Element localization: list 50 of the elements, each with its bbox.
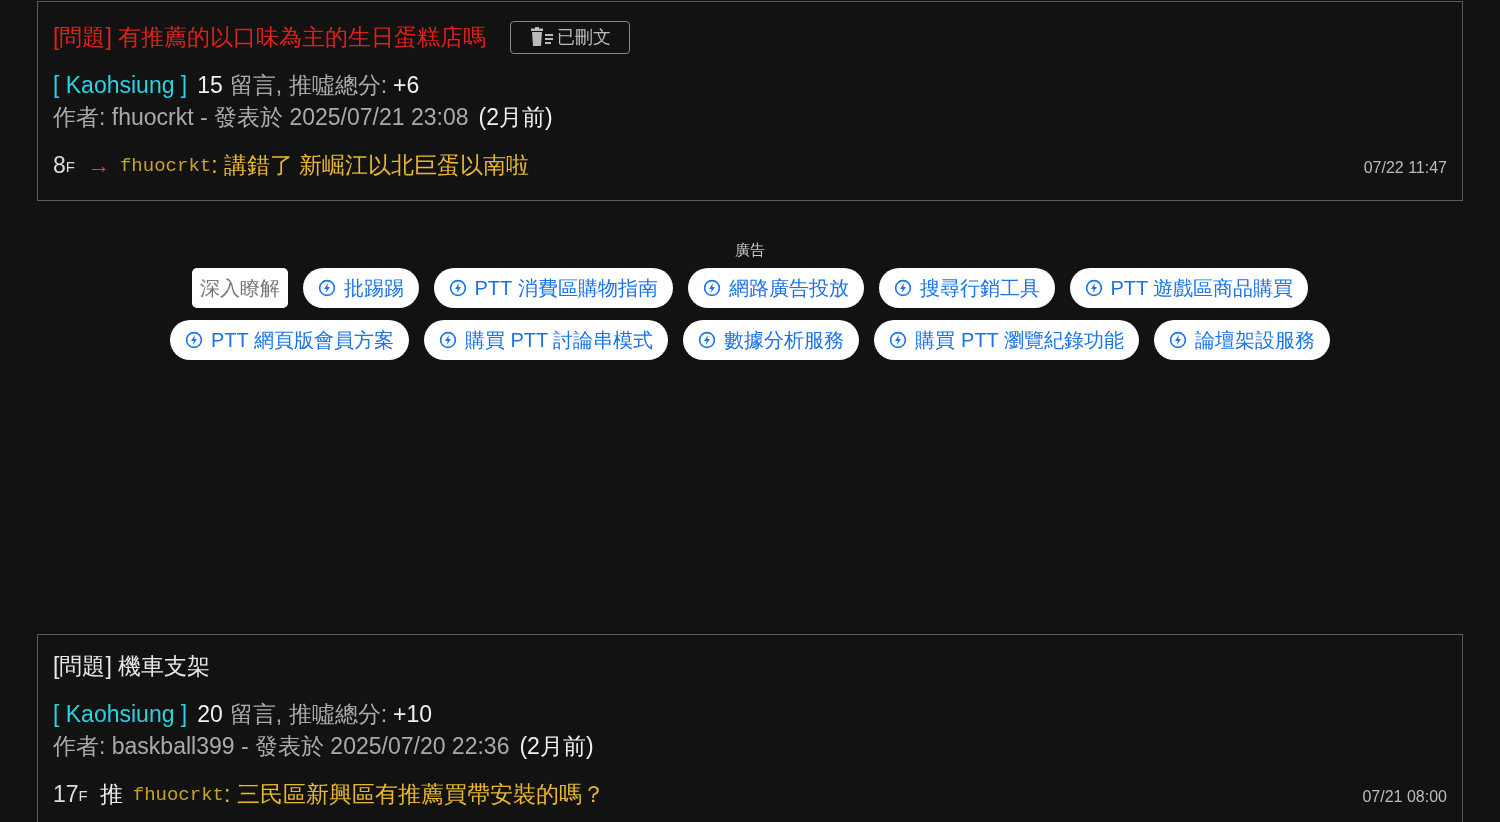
comment-count: 15: [197, 70, 223, 100]
floor-unit: F: [65, 157, 75, 177]
author-line: 作者: baskball399 - 發表於 2025/07/20 22:36: [53, 731, 510, 761]
comment-user[interactable]: fhuocrkt: [119, 149, 212, 183]
comment-user[interactable]: fhuocrkt: [132, 778, 224, 812]
comments-label: 留言, 推噓總分:: [229, 699, 388, 729]
ad-chip[interactable]: 搜尋行銷工具: [878, 267, 1055, 308]
comments-label: 留言, 推噓總分:: [229, 70, 388, 100]
score: +10: [393, 699, 433, 729]
time-ago: (2月前): [519, 731, 594, 761]
lightning-icon: [889, 330, 908, 349]
comment-text: : 講錯了 新崛江以北巨蛋以南啦: [211, 150, 530, 180]
score: +6: [393, 70, 420, 100]
ad-chip[interactable]: 數據分析服務: [683, 319, 860, 360]
board-name[interactable]: [ Kaohsiung ]: [53, 68, 188, 101]
trash-icon: [529, 27, 556, 48]
floor-unit: F: [78, 787, 88, 806]
ad-chip[interactable]: PTT 遊戲區商品購買: [1069, 267, 1309, 308]
lightning-icon: [1169, 330, 1187, 349]
board-name[interactable]: [ Kaohsiung ]: [53, 697, 188, 730]
ad-chip[interactable]: 批踢踢: [302, 267, 419, 308]
comment-count: 20: [197, 699, 223, 729]
lightning-icon: [438, 330, 457, 349]
comment-text: : 三民區新興區有推薦買帶安裝的嗎？: [224, 779, 605, 809]
comment-time: 07/21 08:00: [1362, 786, 1447, 807]
lightning-icon: [185, 330, 203, 349]
push-tag: →: [86, 147, 110, 182]
time-ago: (2月前): [478, 102, 553, 132]
lightning-icon: [448, 278, 467, 297]
author-line: 作者: fhuocrkt - 發表於 2025/07/21 23:08: [53, 102, 469, 132]
post-title[interactable]: [問題] 機車支架: [53, 649, 211, 684]
floor-number: 17: [53, 779, 79, 809]
comment-time: 07/22 11:47: [1363, 157, 1447, 178]
lightning-icon: [1084, 278, 1103, 297]
push-tag: 推: [99, 776, 123, 811]
ad-chip[interactable]: 論壇架設服務: [1154, 319, 1330, 360]
ad-chip[interactable]: 網路廣告投放: [687, 267, 864, 308]
lightning-icon: [317, 278, 336, 297]
ad-chip[interactable]: PTT 網頁版會員方案: [170, 319, 409, 360]
lightning-icon: [893, 278, 912, 297]
deleted-tag: 已刪文: [510, 20, 631, 54]
lightning-icon: [702, 278, 721, 297]
floor-number: 8: [53, 150, 66, 180]
lightning-icon: [698, 330, 717, 349]
learn-more-button[interactable]: 深入瞭解: [191, 267, 288, 308]
ad-label: 廣告: [735, 240, 765, 260]
post-title[interactable]: [問題] 有推薦的以口味為主的生日蛋糕店嗎: [53, 20, 487, 55]
ad-chip[interactable]: 購買 PTT 瀏覽紀錄功能: [874, 319, 1139, 360]
ad-chip[interactable]: PTT 消費區購物指南: [433, 267, 673, 308]
ad-chip[interactable]: 購買 PTT 討論串模式: [423, 319, 669, 360]
